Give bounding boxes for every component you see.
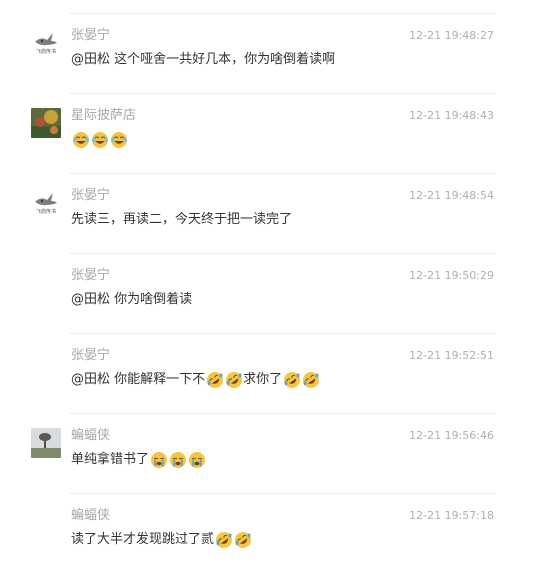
message-text-part: 单纯拿错书了 xyxy=(71,452,150,467)
message-divider xyxy=(70,93,495,94)
rofl-emoji-icon xyxy=(234,531,252,549)
pigeon-avatar[interactable]: 飞鸽传书 xyxy=(31,188,61,218)
rofl-emoji-icon xyxy=(302,371,320,389)
message-text-part: 求你了 xyxy=(243,372,283,387)
message-text: @田松 这个哑舍一共好几本，你为啥倒着读啊 xyxy=(71,51,335,69)
landscape-avatar[interactable] xyxy=(31,428,61,458)
chat-message: 张晏宁 12-21 19:52:51 @田松 你能解释一下不 求你了 xyxy=(0,333,547,413)
message-divider xyxy=(70,173,495,174)
message-timestamp: 12-21 19:56:46 xyxy=(409,429,494,442)
crying-emoji-icon xyxy=(150,451,168,469)
crying-emoji-icon xyxy=(188,451,206,469)
laugh-cry-emoji-icon xyxy=(110,131,128,149)
laugh-cry-emoji-icon xyxy=(91,131,109,149)
laugh-cry-emoji-icon xyxy=(72,131,90,149)
sender-name[interactable]: 张晏宁 xyxy=(71,348,110,364)
message-divider xyxy=(70,253,495,254)
pigeon-avatar[interactable]: 飞鸽传书 xyxy=(31,28,61,58)
message-text: @田松 你能解释一下不 求你了 xyxy=(71,371,320,389)
rofl-emoji-icon xyxy=(283,371,301,389)
message-text-part: @田松 你为啥倒着读 xyxy=(71,292,193,307)
sender-name[interactable]: 星际披萨店 xyxy=(71,108,136,124)
sender-name[interactable]: 张晏宁 xyxy=(71,28,110,44)
message-timestamp: 12-21 19:48:43 xyxy=(409,109,494,122)
rofl-emoji-icon xyxy=(206,371,224,389)
message-text-part: @田松 你能解释一下不 xyxy=(71,372,206,387)
rofl-emoji-icon xyxy=(215,531,233,549)
crying-emoji-icon xyxy=(169,451,187,469)
message-text: 单纯拿错书了 xyxy=(71,451,206,469)
painting-avatar[interactable] xyxy=(31,108,61,138)
sender-name[interactable]: 张晏宁 xyxy=(71,268,110,284)
message-timestamp: 12-21 19:48:54 xyxy=(409,189,494,202)
message-divider xyxy=(70,333,495,334)
message-divider xyxy=(70,493,495,494)
message-text: 先读三，再读二，今天终于把一读完了 xyxy=(71,211,292,229)
message-text: @田松 你为啥倒着读 xyxy=(71,291,192,309)
message-divider xyxy=(70,13,495,14)
message-timestamp: 12-21 19:50:29 xyxy=(409,269,494,282)
message-text-part: 读了大半才发现跳过了贰 xyxy=(71,532,215,547)
sender-name[interactable]: 蝙蝠侠 xyxy=(71,428,110,444)
chat-message: 蝙蝠侠 12-21 19:57:18 读了大半才发现跳过了贰 xyxy=(0,493,547,573)
message-text-part: 先读三，再读二，今天终于把一读完了 xyxy=(71,212,293,227)
message-timestamp: 12-21 19:48:27 xyxy=(409,29,494,42)
message-timestamp: 12-21 19:52:51 xyxy=(409,349,494,362)
chat-message: 星际披萨店 12-21 19:48:43 xyxy=(0,93,547,173)
message-text xyxy=(71,131,128,149)
message-timestamp: 12-21 19:57:18 xyxy=(409,509,494,522)
message-text-part: @田松 这个哑舍一共好几本，你为啥倒着读啊 xyxy=(71,52,336,67)
sender-name[interactable]: 蝙蝠侠 xyxy=(71,508,110,524)
rofl-emoji-icon xyxy=(225,371,243,389)
chat-message: 蝙蝠侠 12-21 19:56:46 单纯拿错书了 xyxy=(0,413,547,493)
message-text: 读了大半才发现跳过了贰 xyxy=(71,531,252,549)
chat-message: 飞鸽传书 张晏宁 12-21 19:48:54 先读三，再读二，今天终于把一读完了 xyxy=(0,173,547,253)
sender-name[interactable]: 张晏宁 xyxy=(71,188,110,204)
avatar-caption: 飞鸽传书 xyxy=(35,49,56,55)
chat-message: 飞鸽传书 张晏宁 12-21 19:48:27 @田松 这个哑舍一共好几本，你为啥倒着… xyxy=(0,13,547,93)
avatar-caption: 飞鸽传书 xyxy=(35,209,56,215)
message-divider xyxy=(70,413,495,414)
chat-message: 张晏宁 12-21 19:50:29 @田松 你为啥倒着读 xyxy=(0,253,547,333)
